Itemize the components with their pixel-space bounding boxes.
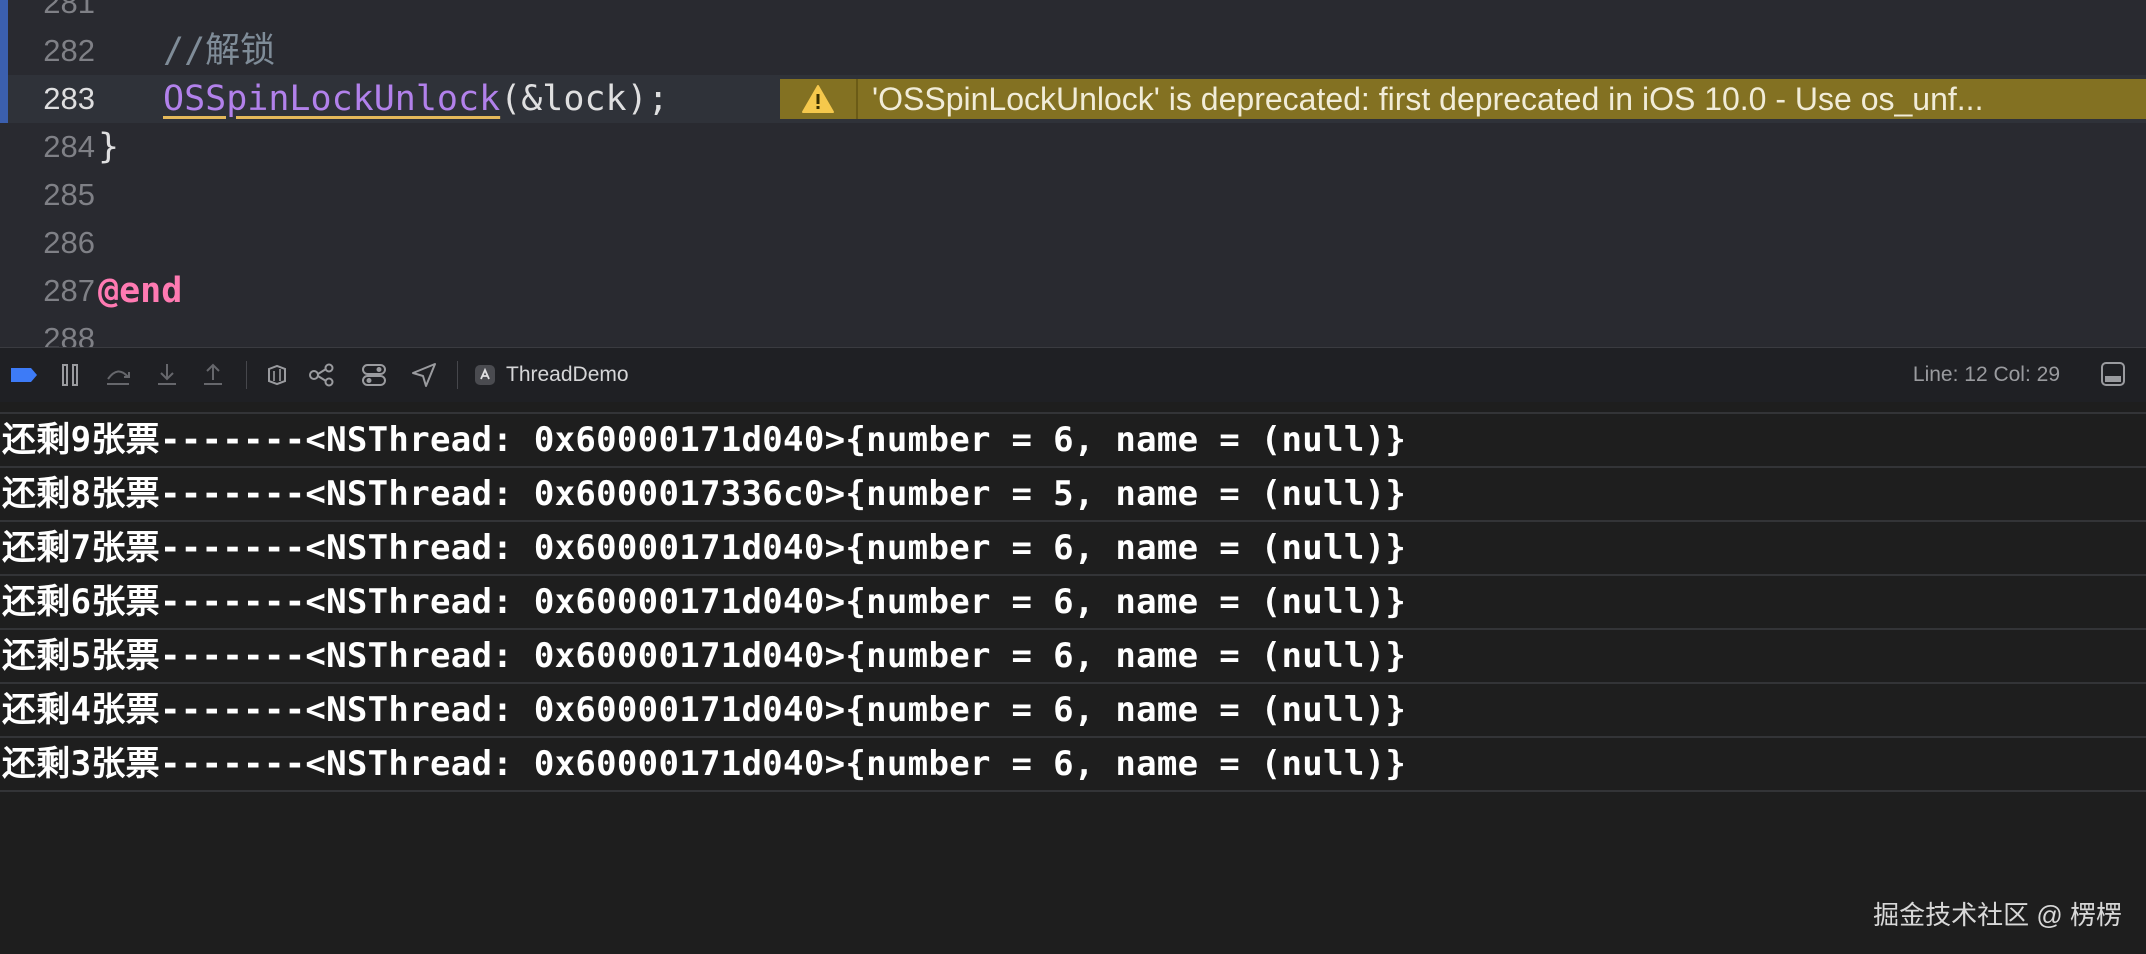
code-line[interactable]: 286	[0, 219, 2146, 267]
step-into-button[interactable]	[144, 348, 190, 402]
log-line[interactable]: 还剩7张票-------<NSThread: 0x60000171d040>{n…	[0, 522, 2146, 576]
panel-layout-icon	[2101, 362, 2125, 386]
keyword: @end	[98, 271, 183, 311]
breakpoint-icon	[11, 368, 37, 382]
log-text: 还剩4张票-------<NSThread: 0x60000171d040>{n…	[2, 690, 1407, 730]
console-output[interactable]: 还剩9张票-------<NSThread: 0x6000017336c0>{n…	[0, 402, 2146, 954]
code-editor[interactable]: 281 282 //解锁 283 OSSpinLockUnlock(&lock); 'OS…	[0, 0, 2146, 347]
toggle-panel-button[interactable]	[2100, 361, 2126, 391]
watermark: 掘金技术社区 @ 楞楞	[1873, 900, 2122, 930]
toolbar-divider	[457, 361, 458, 389]
app-icon	[475, 365, 495, 385]
step-out-button[interactable]	[190, 348, 236, 402]
view-hierarchy-button[interactable]	[257, 348, 297, 402]
comment-text: //解锁	[163, 31, 276, 71]
code-line[interactable]: 287 @end	[0, 267, 2146, 315]
code-text[interactable]: @end	[98, 267, 182, 315]
log-line[interactable]: 还剩9张票-------<NSThread: 0x6000017336c0>{n…	[0, 402, 2146, 414]
code-line[interactable]: 285	[0, 171, 2146, 219]
line-number: 281	[43, 0, 95, 20]
code-text[interactable]: }	[98, 123, 119, 171]
line-number: 287	[43, 273, 95, 308]
warning-message: 'OSSpinLockUnlock' is deprecated: first …	[872, 80, 1984, 117]
code-text[interactable]: //解锁	[163, 27, 275, 75]
simulate-location-button[interactable]	[401, 348, 447, 402]
code-line[interactable]: 281	[0, 0, 2146, 27]
code-line[interactable]: 282 //解锁	[0, 27, 2146, 75]
line-number: 284	[43, 129, 95, 164]
log-text: 还剩5张票-------<NSThread: 0x60000171d040>{n…	[2, 636, 1407, 676]
pause-icon	[62, 364, 78, 386]
step-out-icon	[204, 363, 222, 385]
step-over-button[interactable]	[92, 348, 144, 402]
log-line[interactable]: 还剩9张票-------<NSThread: 0x60000171d040>{n…	[0, 414, 2146, 468]
code-line[interactable]: 284}	[0, 123, 2146, 171]
log-line[interactable]: 还剩3张票-------<NSThread: 0x60000171d040>{n…	[0, 738, 2146, 792]
function-call: OSSpinLockUnlock	[163, 79, 501, 119]
code-token: (&lock);	[500, 79, 669, 119]
code-token: }	[98, 127, 120, 167]
log-text: 还剩6张票-------<NSThread: 0x60000171d040>{n…	[2, 582, 1407, 622]
memory-graph-button[interactable]	[297, 348, 347, 402]
step-over-icon	[107, 370, 130, 385]
breakpoints-toggle-button[interactable]	[0, 348, 48, 402]
line-number: 286	[43, 225, 95, 260]
deprecation-warning-banner[interactable]: 'OSSpinLockUnlock' is deprecated: first …	[780, 79, 2146, 119]
warning-triangle-icon	[802, 85, 834, 113]
code-text[interactable]: OSSpinLockUnlock(&lock);	[163, 75, 669, 123]
log-text: 还剩3张票-------<NSThread: 0x60000171d040>{n…	[2, 744, 1407, 784]
log-text: 还剩9张票-------<NSThread: 0x6000017336c0>{n…	[2, 402, 1406, 410]
code-line[interactable]: 288	[0, 315, 2146, 347]
step-into-icon	[158, 364, 176, 385]
log-line[interactable]: 还剩8张票-------<NSThread: 0x6000017336c0>{n…	[0, 468, 2146, 522]
environment-overrides-button[interactable]	[347, 348, 401, 402]
log-text: 还剩9张票-------<NSThread: 0x60000171d040>{n…	[2, 420, 1407, 460]
warning-icon-box	[780, 79, 858, 119]
line-number: 283	[43, 81, 95, 116]
environment-icon	[362, 364, 386, 386]
debug-bar: ThreadDemo Line: 12 Col: 29	[0, 347, 2146, 403]
code-line[interactable]: 283 OSSpinLockUnlock(&lock); 'OSSpinLockUn…	[0, 75, 2146, 123]
log-line[interactable]: 还剩6张票-------<NSThread: 0x60000171d040>{n…	[0, 576, 2146, 630]
log-text: 还剩7张票-------<NSThread: 0x60000171d040>{n…	[2, 528, 1407, 568]
location-arrow-icon	[412, 363, 436, 387]
memory-graph-icon	[309, 363, 334, 387]
toolbar-divider	[246, 361, 247, 389]
cursor-position: Line: 12 Col: 29	[1912, 363, 2060, 386]
target-app-name[interactable]: ThreadDemo	[506, 363, 629, 387]
view-hierarchy-icon	[268, 364, 286, 386]
log-text: 还剩8张票-------<NSThread: 0x6000017336c0>{n…	[2, 474, 1407, 514]
log-line[interactable]: 还剩4张票-------<NSThread: 0x60000171d040>{n…	[0, 684, 2146, 738]
pause-button[interactable]	[48, 348, 92, 402]
line-number: 285	[43, 177, 95, 212]
line-number: 288	[43, 321, 95, 347]
log-line[interactable]: 还剩5张票-------<NSThread: 0x60000171d040>{n…	[0, 630, 2146, 684]
line-number: 282	[43, 33, 95, 68]
